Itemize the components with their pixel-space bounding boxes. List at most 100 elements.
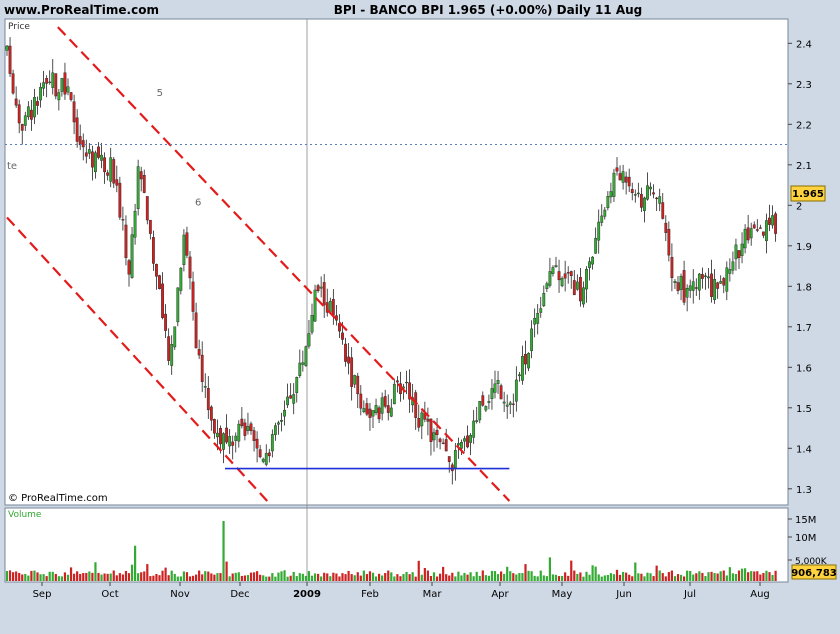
last-price-label: 1.965: [792, 189, 824, 200]
volume-bar: [45, 576, 48, 581]
candle-body: [487, 401, 491, 403]
volume-bar: [670, 570, 673, 581]
candle-body: [603, 209, 607, 217]
candle-body: [63, 72, 67, 95]
candle-body: [472, 420, 476, 438]
candle-body: [295, 377, 299, 394]
volume-bar: [594, 566, 597, 581]
volume-bar: [341, 573, 344, 581]
candle-body: [713, 278, 717, 300]
price-y-tick-label: 2.1: [796, 161, 812, 172]
volume-bar: [36, 572, 39, 581]
volume-bar: [503, 573, 506, 581]
candle-body: [380, 397, 384, 414]
candle-body: [694, 287, 698, 289]
volume-bar: [161, 570, 164, 581]
volume-bar: [521, 573, 524, 581]
candle-body: [237, 423, 241, 442]
candle-body: [710, 273, 713, 297]
x-tick-label: Aug: [750, 589, 770, 600]
candle-body: [33, 97, 36, 118]
candle-body: [435, 430, 439, 436]
volume-bar: [719, 571, 722, 581]
candle-body: [14, 98, 18, 106]
volume-bar: [509, 571, 512, 581]
price-y-tick-label: 2.3: [796, 80, 812, 91]
candle-body: [728, 269, 732, 274]
x-tick-label: Jun: [615, 589, 632, 600]
candle-body: [103, 157, 107, 173]
volume-bar: [490, 570, 494, 581]
candle-body: [371, 410, 375, 417]
candle-body: [139, 171, 143, 180]
volume-bar: [570, 560, 573, 581]
candle-body: [441, 442, 445, 444]
candle-body: [188, 256, 192, 279]
candle-body: [585, 268, 588, 290]
candle-body: [600, 215, 604, 223]
volume-bar: [753, 571, 756, 581]
volume-bar: [710, 571, 713, 581]
candle-body: [310, 315, 314, 333]
candle-body: [377, 407, 381, 420]
candle-body: [533, 317, 537, 325]
volume-bar: [216, 573, 219, 581]
volume-bar: [737, 570, 741, 581]
volume-bar: [54, 573, 57, 581]
volume-bar: [493, 571, 497, 581]
volume-bar: [454, 576, 457, 581]
candle-body: [368, 408, 372, 418]
volume-bar: [173, 573, 176, 581]
candle-body: [386, 405, 390, 413]
candle-body: [252, 430, 256, 441]
candle-body: [234, 435, 238, 441]
candle-body: [542, 293, 546, 307]
volume-bar: [579, 572, 582, 581]
volume-bar: [185, 572, 189, 581]
volume-bar: [676, 574, 680, 581]
volume-bar: [698, 571, 701, 581]
volume-bar: [740, 568, 744, 581]
volume-bar: [399, 576, 402, 581]
volume-bar: [109, 573, 112, 581]
candle-body: [124, 224, 128, 258]
candle-body: [328, 300, 332, 313]
candle-body: [133, 210, 137, 238]
volume-bar: [295, 576, 298, 581]
candle-body: [466, 435, 469, 448]
volume-bar: [420, 574, 423, 581]
volume-bar: [625, 572, 628, 581]
candle-body: [20, 124, 24, 131]
x-tick-label: Nov: [170, 589, 190, 600]
volume-bar: [646, 572, 649, 581]
candle-body: [51, 72, 55, 88]
volume-bar: [664, 576, 667, 581]
candle-body: [42, 82, 46, 89]
volume-y-tick-label: 15M: [795, 515, 816, 526]
volume-bar: [405, 571, 408, 581]
price-y-tick-label: 1.6: [796, 363, 812, 374]
volume-bar: [134, 545, 137, 581]
volume-bar: [21, 574, 24, 581]
volume-bar: [728, 567, 731, 581]
x-tick-label: Dec: [230, 589, 249, 600]
candle-body: [518, 374, 521, 377]
candle-body: [350, 357, 354, 387]
candle-body: [145, 196, 149, 221]
volume-bar: [387, 570, 390, 581]
last-volume-label: 906,783: [791, 568, 837, 579]
volume-bar: [463, 572, 466, 581]
volume-bar: [249, 572, 253, 581]
volume-bar: [243, 575, 246, 581]
candle-body: [740, 243, 744, 256]
volume-bar: [39, 574, 42, 581]
volume-bar: [423, 567, 426, 581]
candle-body: [432, 432, 436, 441]
candle-body: [11, 73, 15, 94]
volume-bar: [381, 575, 384, 581]
candle-body: [478, 401, 482, 421]
volume-bar: [512, 573, 515, 581]
candle-body: [676, 282, 680, 291]
candle-body: [606, 196, 610, 209]
site-label[interactable]: www.ProRealTime.com: [4, 3, 159, 17]
